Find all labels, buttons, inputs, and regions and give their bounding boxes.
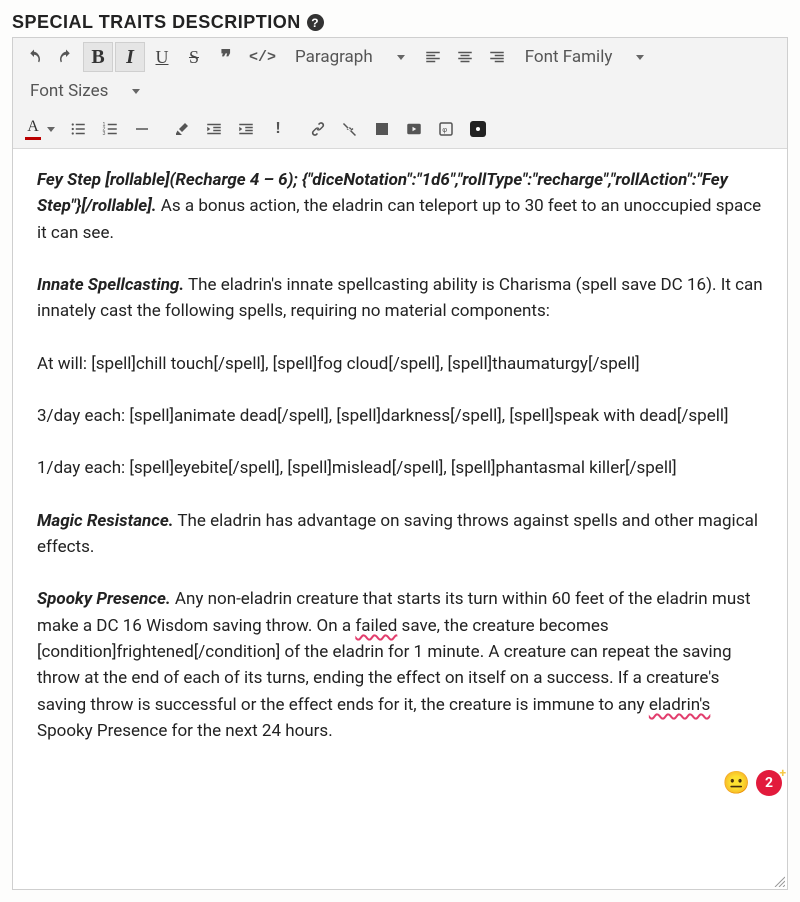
format-dropdown-label: Paragraph xyxy=(295,47,373,67)
embed-button[interactable]: φ xyxy=(431,114,461,144)
feedback-widget[interactable]: 😐 2 + xyxy=(723,770,782,796)
image-button[interactable] xyxy=(367,114,397,144)
svg-text:3: 3 xyxy=(103,131,106,137)
paragraph: At will: [spell]chill touch[/spell], [sp… xyxy=(37,351,763,377)
paragraph: Magic Resistance. The eladrin has advant… xyxy=(37,508,763,561)
chevron-down-icon xyxy=(47,127,55,132)
align-center-button[interactable] xyxy=(450,42,480,72)
paragraph: Spooky Presence. Any non-eladrin creatur… xyxy=(37,586,763,744)
chevron-down-icon xyxy=(636,55,644,60)
paragraph: 1/day each: [spell]eyebite[/spell], [spe… xyxy=(37,455,763,481)
link-button[interactable] xyxy=(303,114,333,144)
align-left-button[interactable] xyxy=(418,42,448,72)
clear-format-button[interactable] xyxy=(167,114,197,144)
fontfamily-dropdown[interactable]: Font Family xyxy=(514,42,656,72)
align-right-button[interactable] xyxy=(482,42,512,72)
bold-button[interactable]: B xyxy=(83,42,113,72)
horizontal-rule-button[interactable] xyxy=(127,114,157,144)
notification-badge[interactable]: 2 + xyxy=(756,770,782,796)
fontsize-dropdown-label: Font Sizes xyxy=(30,81,108,101)
section-title: SPECIAL TRAITS DESCRIPTION xyxy=(12,12,301,33)
paragraph: Fey Step [rollable](Recharge 4 – 6); {"d… xyxy=(37,167,763,246)
code-button[interactable]: </> xyxy=(243,42,282,72)
fontsize-dropdown[interactable]: Font Sizes xyxy=(19,76,151,106)
italic-button[interactable]: I xyxy=(115,42,145,72)
video-button[interactable] xyxy=(399,114,429,144)
emoji-icon[interactable]: 😐 xyxy=(723,771,750,796)
paragraph: Innate Spellcasting. The eladrin's innat… xyxy=(37,272,763,325)
editor-content[interactable]: Fey Step [rollable](Recharge 4 – 6); {"d… xyxy=(13,149,787,889)
dice-button[interactable] xyxy=(463,114,493,144)
plus-icon: + xyxy=(779,766,786,780)
chevron-down-icon xyxy=(132,89,140,94)
fontfamily-dropdown-label: Font Family xyxy=(525,47,613,67)
indent-button[interactable] xyxy=(231,114,261,144)
editor-toolbar: B I U S ❞ </> Paragraph Font Family Font… xyxy=(13,38,787,149)
svg-text:φ: φ xyxy=(442,125,447,134)
unlink-button[interactable] xyxy=(335,114,365,144)
bullet-list-button[interactable] xyxy=(63,114,93,144)
strikethrough-button[interactable]: S xyxy=(179,42,209,72)
redo-button[interactable] xyxy=(51,42,81,72)
numbered-list-button[interactable]: 123 xyxy=(95,114,125,144)
format-dropdown[interactable]: Paragraph xyxy=(284,42,416,72)
blockquote-button[interactable]: ❞ xyxy=(211,42,241,72)
paragraph: 3/day each: [spell]animate dead[/spell],… xyxy=(37,403,763,429)
help-icon[interactable]: ? xyxy=(307,14,324,31)
outdent-button[interactable] xyxy=(199,114,229,144)
chevron-down-icon xyxy=(397,55,405,60)
rich-text-editor: B I U S ❞ </> Paragraph Font Family Font… xyxy=(12,37,788,890)
tooltip-button[interactable]: ! xyxy=(263,114,293,144)
underline-button[interactable]: U xyxy=(147,42,177,72)
textcolor-button[interactable]: A xyxy=(19,114,61,144)
undo-button[interactable] xyxy=(19,42,49,72)
